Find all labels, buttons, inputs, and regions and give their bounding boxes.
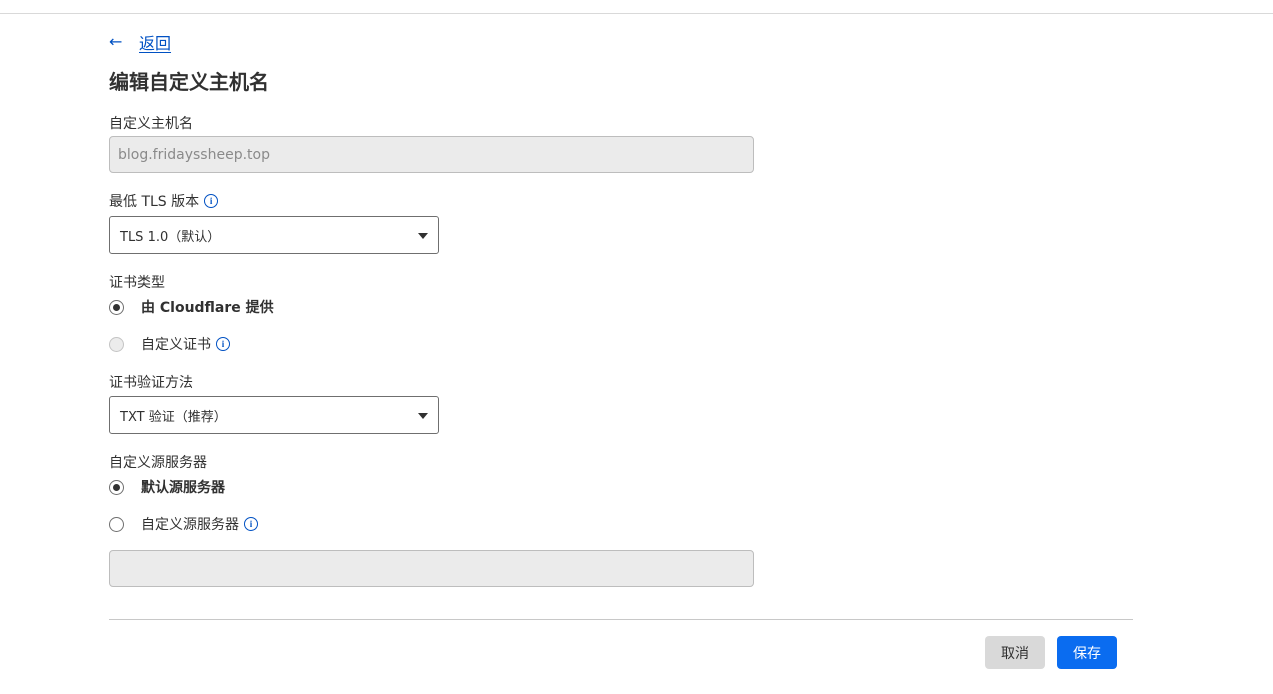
custom-origin-input[interactable] [109, 550, 754, 587]
back-link[interactable]: ← 返回 [109, 30, 171, 54]
certificate-option-label: 自定义证书 [141, 337, 211, 353]
caret-down-icon [418, 233, 428, 239]
validation-method-selected-value: TXT 验证（推荐） [120, 409, 227, 425]
min-tls-selected-value: TLS 1.0（默认） [120, 229, 221, 245]
certificate-type-option-cloudflare[interactable]: 由 Cloudflare 提供 [109, 297, 274, 317]
min-tls-label-text: 最低 TLS 版本 [109, 194, 200, 210]
save-button[interactable]: 保存 [1057, 636, 1117, 669]
page-title: 编辑自定义主机名 [109, 70, 269, 94]
radio-button-checked[interactable] [109, 299, 124, 315]
min-tls-select[interactable]: TLS 1.0（默认） [109, 216, 439, 254]
origin-option-label: 自定义源服务器 [141, 517, 239, 533]
validation-method-select[interactable]: TXT 验证（推荐） [109, 396, 439, 434]
footer-divider [109, 619, 1133, 620]
edit-custom-hostname-page: ← 返回 编辑自定义主机名 自定义主机名 最低 TLS 版本 i TLS 1.0… [0, 0, 1273, 694]
certificate-type-option-custom[interactable]: 自定义证书 i [109, 334, 230, 354]
origin-option-custom: 自定义源服务器 i [141, 514, 258, 534]
info-icon[interactable]: i [216, 337, 230, 351]
certificate-option-custom: 自定义证书 i [141, 334, 230, 354]
origin-option-label: 默认源服务器 [141, 480, 225, 496]
hostname-label-text: 自定义主机名 [109, 116, 193, 132]
validation-method-label-text: 证书验证方法 [109, 375, 193, 391]
info-icon[interactable]: i [204, 194, 219, 208]
radio-button-unchecked[interactable] [109, 516, 124, 532]
certificate-option-label: 由 Cloudflare 提供 [141, 300, 274, 316]
min-tls-label: 最低 TLS 版本 i [109, 191, 219, 211]
origin-server-label-text: 自定义源服务器 [109, 455, 207, 471]
certificate-type-label: 证书类型 [109, 272, 165, 292]
radio-button-disabled[interactable] [109, 336, 124, 352]
origin-server-label: 自定义源服务器 [109, 452, 207, 472]
origin-option-custom[interactable]: 自定义源服务器 i [109, 514, 258, 534]
arrow-left-icon[interactable]: ← [109, 34, 125, 50]
top-divider [0, 13, 1273, 14]
caret-down-icon [418, 413, 428, 419]
hostname-input[interactable] [109, 136, 754, 173]
radio-button-checked[interactable] [109, 479, 124, 495]
hostname-label: 自定义主机名 [109, 113, 193, 133]
certificate-type-label-text: 证书类型 [109, 275, 165, 291]
origin-option-default[interactable]: 默认源服务器 [109, 477, 225, 497]
validation-method-label: 证书验证方法 [109, 372, 193, 392]
info-icon[interactable]: i [244, 517, 258, 531]
back-link-label[interactable]: 返回 [139, 30, 171, 54]
cancel-button[interactable]: 取消 [985, 636, 1045, 669]
